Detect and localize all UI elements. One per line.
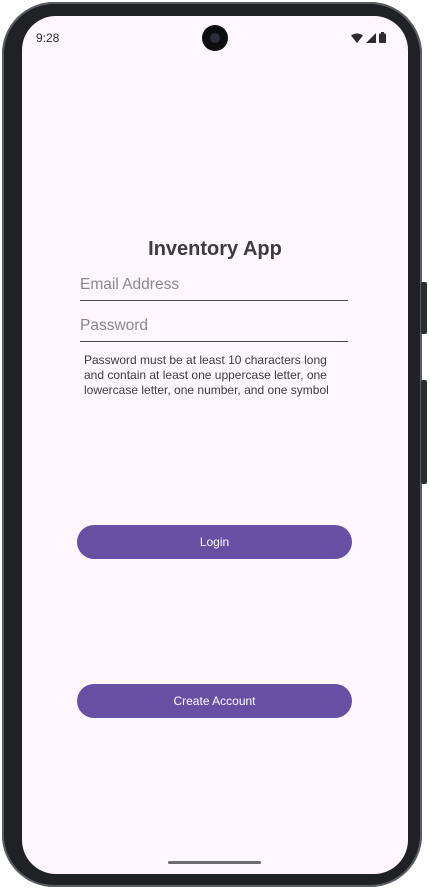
- email-field: [80, 272, 348, 301]
- password-input[interactable]: [80, 313, 348, 339]
- page-title: Inventory App: [148, 238, 282, 260]
- power-button: [421, 282, 427, 334]
- wifi-icon: [351, 33, 363, 43]
- email-input[interactable]: [80, 272, 348, 298]
- app-screen: 9:28 Inventory App Email Address Passwor…: [22, 16, 408, 874]
- password-hint: Password must be at least 10 characters …: [84, 353, 329, 397]
- gesture-navigation-bar[interactable]: [168, 861, 261, 864]
- create-account-button[interactable]: Create Account: [77, 684, 352, 718]
- password-field: [80, 313, 348, 342]
- status-icons: [351, 32, 386, 43]
- login-button[interactable]: Login: [77, 525, 352, 559]
- cellular-signal-icon: [366, 32, 376, 43]
- volume-button: [421, 380, 427, 484]
- battery-icon: [379, 32, 386, 43]
- camera-cutout: [202, 25, 228, 51]
- status-time: 9:28: [36, 31, 60, 45]
- status-bar: 9:28: [22, 16, 408, 60]
